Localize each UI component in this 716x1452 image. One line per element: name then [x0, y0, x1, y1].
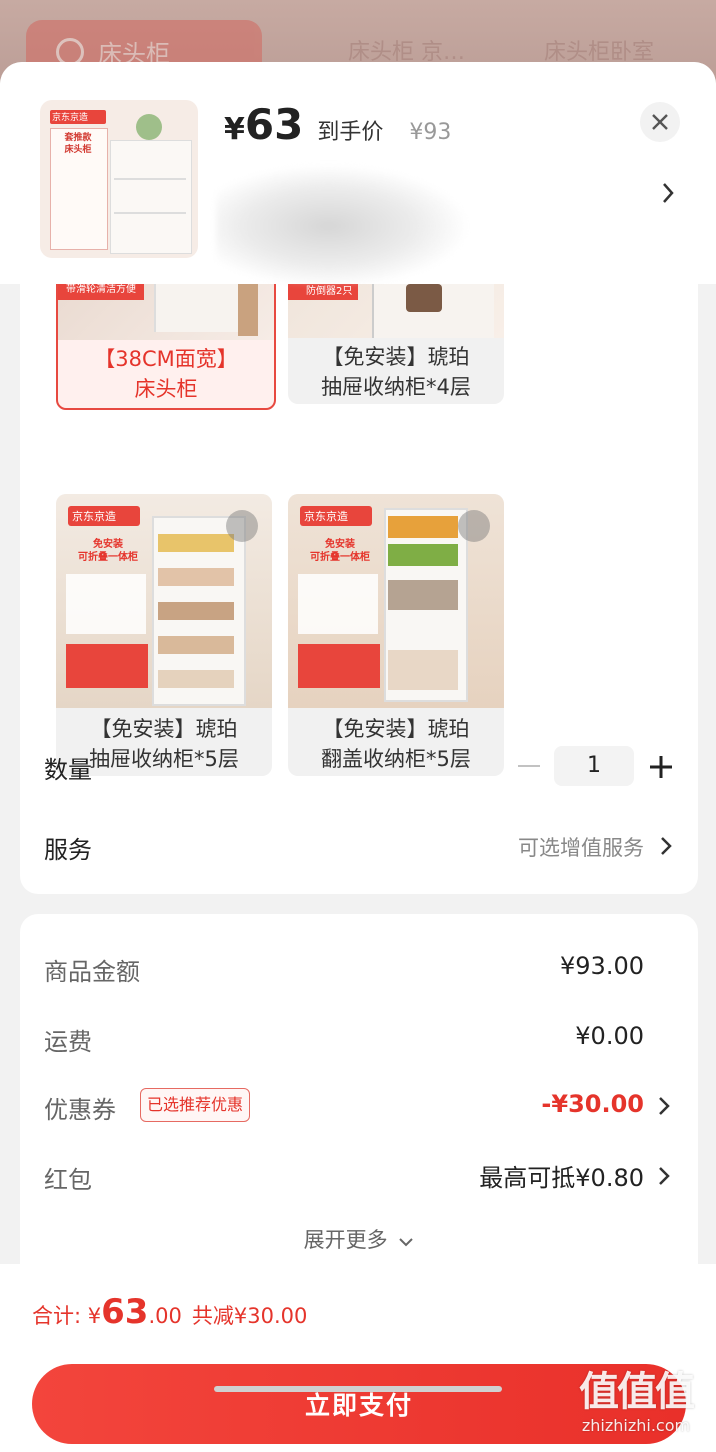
total-amount: 63 — [101, 1292, 149, 1332]
sku-option-image: 京东京造 免安装 可折叠一体柜 — [288, 494, 504, 708]
goods-amount-value: ¥93.00 — [560, 952, 644, 980]
price-row: ¥ 63 到手价 ¥93 — [224, 100, 451, 156]
sku-option-image: 带滑轮清洁方便 — [58, 284, 274, 340]
red-packet-value[interactable]: 最高可抵¥0.80 — [479, 1158, 644, 1193]
brand-logo: 京东京造 — [52, 113, 89, 123]
shipping-label: 运费 — [44, 1028, 92, 1056]
chevron-right-icon[interactable] — [660, 180, 676, 206]
currency-symbol: ¥ — [224, 112, 245, 147]
expand-more-label: 展开更多 — [303, 1228, 388, 1252]
sku-image-caption: 免安装 可折叠一体柜 — [78, 539, 138, 563]
sku-image-caption: 带滑轮清洁方便 — [66, 284, 136, 295]
sku-option-image: 京东京造 免安装 可折叠一体柜 — [56, 494, 272, 708]
sku-option-label: 【免安装】琥珀 抽屉收纳柜*4层 — [321, 345, 471, 399]
sku-option-image: 防倒器2只 — [288, 284, 504, 338]
chevron-right-icon[interactable] — [658, 1166, 670, 1186]
product-thumbnail: 京东京造 套推款 床头柜 — [40, 100, 198, 258]
brand-logo: 京东京造 — [304, 510, 348, 523]
chevron-right-icon[interactable] — [660, 836, 672, 856]
brand-logo: 京东京造 — [72, 510, 116, 523]
sku-option-label: 【免安装】琥珀 翻盖收纳柜*5层 — [321, 717, 471, 771]
shipping-value: ¥0.00 — [575, 1022, 644, 1050]
thumbnail-caption: 套推款 床头柜 — [64, 133, 92, 155]
sku-option-label: 【38CM面宽】 床头柜 — [94, 347, 238, 401]
sku-option[interactable]: 防倒器2只 【免安装】琥珀 抽屉收纳柜*4层 — [288, 284, 504, 404]
total-prefix: 合计: ¥ — [32, 1304, 102, 1328]
coupon-label: 优惠券 — [44, 1096, 116, 1124]
final-price-label: 到手价 — [317, 120, 384, 145]
expand-icon[interactable] — [226, 510, 258, 542]
watermark-logo: 值值值 — [579, 1369, 695, 1415]
coupon-tag: 已选推荐优惠 — [140, 1088, 251, 1122]
final-price: 63 — [244, 100, 304, 149]
quantity-input[interactable]: 1 — [554, 746, 634, 786]
total-saved: 共减¥30.00 — [191, 1304, 308, 1328]
red-packet-label: 红包 — [44, 1166, 92, 1194]
purchase-sheet: 带滑轮清洁方便 【38CM面宽】 床头柜 防倒器2只 【免安装】琥珀 抽屉收纳柜… — [0, 62, 716, 1452]
chevron-right-icon[interactable] — [658, 1096, 670, 1116]
watermark-site: zhizhizhi.com — [581, 1416, 691, 1435]
sku-option[interactable]: 带滑轮清洁方便 【38CM面宽】 床头柜 — [56, 284, 276, 410]
home-indicator — [214, 1386, 502, 1392]
original-price: ¥93 — [409, 120, 452, 145]
plus-icon[interactable] — [650, 756, 672, 778]
total-decimal: .00 — [148, 1304, 182, 1328]
chevron-down-icon — [399, 1238, 414, 1247]
goods-amount-label: 商品金额 — [44, 958, 140, 986]
watermark: 值值值 zhizhizhi.com — [566, 1368, 706, 1442]
close-button[interactable] — [640, 102, 680, 142]
product-header: 京东京造 套推款 床头柜 ¥ 63 到手价 ¥93 — [0, 62, 716, 286]
minus-icon[interactable] — [518, 765, 540, 767]
total-summary: 合计: ¥ 63 .00 共减¥30.00 — [32, 1292, 307, 1332]
coupon-value[interactable]: -¥30.00 — [541, 1090, 644, 1118]
blurred-spec-text — [216, 166, 466, 286]
value-added-service-link[interactable]: 可选增值服务 — [518, 832, 644, 862]
expand-more-button[interactable]: 展开更多 — [20, 1224, 698, 1254]
close-icon — [652, 114, 668, 130]
quantity-label: 数量 — [44, 756, 92, 784]
expand-icon[interactable] — [458, 510, 490, 542]
sku-option[interactable]: 京东京造 免安装 可折叠一体柜 【免安装】琥珀 翻盖收纳柜*5层 — [288, 494, 504, 776]
service-label: 服务 — [44, 836, 92, 864]
sku-option[interactable]: 京东京造 免安装 可折叠一体柜 【免安装】琥珀 抽屉收纳柜*5层 — [56, 494, 272, 776]
sku-options-card: 带滑轮清洁方便 【38CM面宽】 床头柜 防倒器2只 【免安装】琥珀 抽屉收纳柜… — [20, 284, 698, 894]
sku-image-caption: 免安装 可折叠一体柜 — [310, 539, 370, 563]
